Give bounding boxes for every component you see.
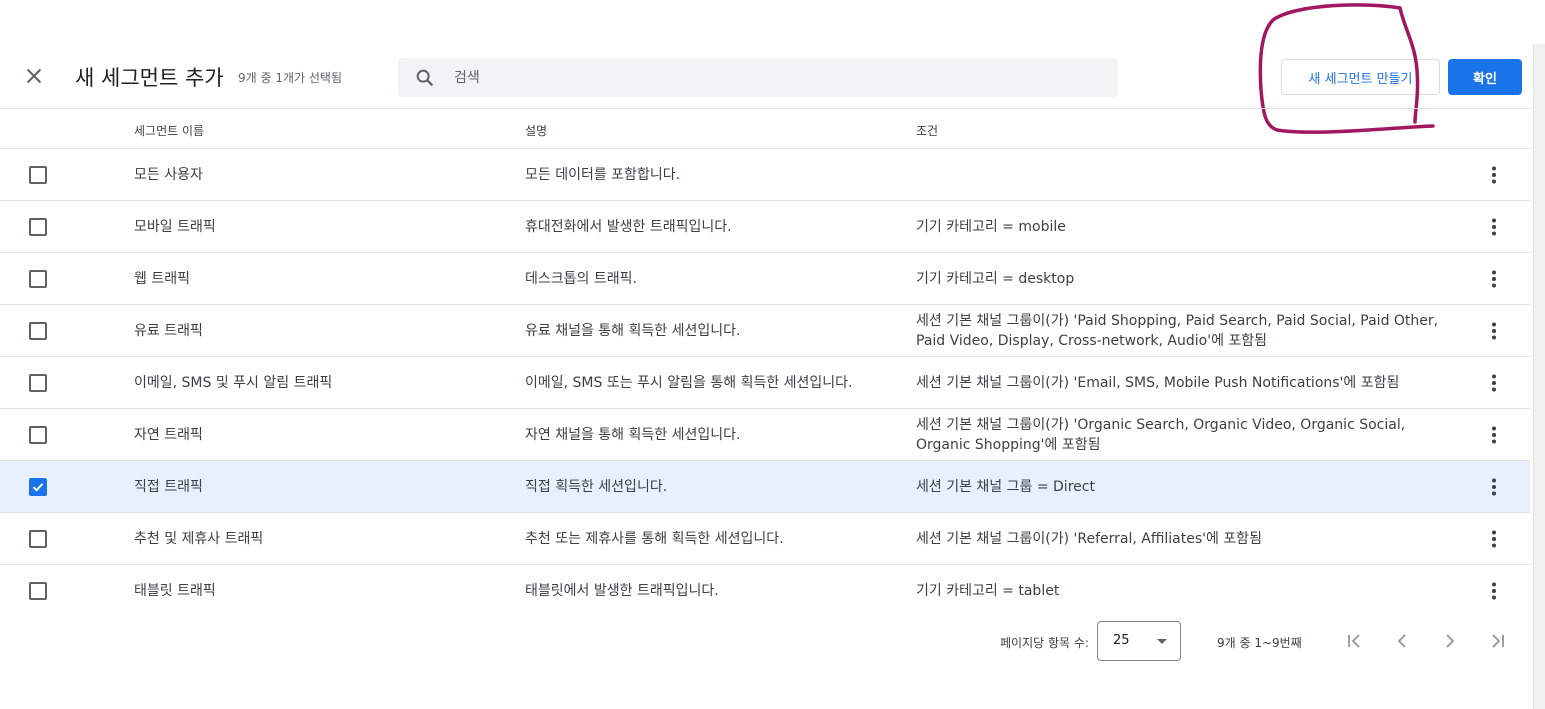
first-page-icon[interactable] (1342, 629, 1366, 653)
more-vert-icon[interactable] (1482, 579, 1506, 603)
segment-name: 자연 트래픽 (134, 427, 203, 443)
segment-condition: 세션 기본 채널 그룹이(가) 'Email, SMS, Mobile Push… (916, 375, 1400, 391)
segment-condition: 세션 기본 채널 그룹이(가) 'Organic Search, Organic… (916, 417, 1406, 453)
page-range: 9개 중 1~9번째 (1217, 636, 1302, 650)
segment-name: 이메일, SMS 및 푸시 알림 트래픽 (134, 375, 333, 391)
segment-condition: 기기 카테고리 = desktop (916, 271, 1075, 287)
row-checkbox[interactable] (29, 374, 47, 392)
row-checkbox[interactable] (29, 218, 47, 236)
segment-name: 모든 사용자 (134, 167, 203, 183)
last-page-icon[interactable] (1486, 629, 1510, 653)
segment-description: 추천 또는 제휴사를 통해 획득한 세션입니다. (525, 531, 784, 547)
table-row[interactable]: 이메일, SMS 및 푸시 알림 트래픽 이메일, SMS 또는 푸시 알림을 통… (0, 357, 1530, 409)
more-vert-icon[interactable] (1482, 475, 1506, 499)
confirm-button[interactable]: 확인 (1448, 59, 1522, 95)
pagination-bar: 페이지당 항목 수: 25 9개 중 1~9번째 (0, 620, 1533, 662)
more-vert-icon[interactable] (1482, 215, 1506, 239)
segment-condition: 기기 카테고리 = tablet (916, 583, 1060, 599)
segment-condition: 기기 카테고리 = mobile (916, 219, 1066, 235)
search-icon (414, 67, 436, 89)
dialog-header: 새 세그먼트 추가 9개 중 1개가 선택됨 새 세그먼트 만들기 확인 (0, 44, 1533, 108)
table-row[interactable]: 모바일 트래픽 휴대전화에서 발생한 트래픽입니다. 기기 카테고리 = mobil… (0, 201, 1530, 253)
search-box[interactable] (398, 58, 1118, 97)
row-checkbox[interactable] (29, 426, 47, 444)
selection-count: 9개 중 1개가 선택됨 (238, 71, 342, 85)
segment-condition: 세션 기본 채널 그룹 = Direct (916, 479, 1095, 495)
table-row[interactable]: 웹 트래픽 데스크톱의 트래픽. 기기 카테고리 = desktop (0, 253, 1530, 305)
row-checkbox[interactable] (29, 322, 47, 340)
column-header-description[interactable]: 설명 (525, 122, 547, 139)
chevron-right-icon[interactable] (1438, 629, 1462, 653)
caret-down-icon (1157, 639, 1167, 644)
segment-condition: 세션 기본 채널 그룹이(가) 'Paid Shopping, Paid Sea… (916, 313, 1439, 349)
more-vert-icon[interactable] (1482, 319, 1506, 343)
more-vert-icon[interactable] (1482, 163, 1506, 187)
segment-name: 추천 및 제휴사 트래픽 (134, 531, 264, 547)
checkmark-icon (32, 483, 44, 492)
scrollbar[interactable] (1533, 44, 1545, 709)
more-vert-icon[interactable] (1482, 371, 1506, 395)
table-row[interactable]: 태블릿 트래픽 태블릿에서 발생한 트래픽입니다. 기기 카테고리 = tablet (0, 565, 1530, 617)
table-row[interactable]: 추천 및 제휴사 트래픽 추천 또는 제휴사를 통해 획득한 세션입니다. 세션 기… (0, 513, 1530, 565)
column-header-name[interactable]: 세그먼트 이름 (134, 122, 204, 139)
segment-description: 데스크톱의 트래픽. (525, 271, 637, 287)
per-page-select[interactable]: 25 (1097, 621, 1181, 661)
table-header: 세그먼트 이름 설명 조건 (0, 108, 1530, 149)
close-icon[interactable] (22, 64, 46, 88)
segment-name: 웹 트래픽 (134, 271, 190, 287)
segment-name: 유료 트래픽 (134, 323, 203, 339)
segment-description: 유료 채널을 통해 획득한 세션입니다. (525, 323, 741, 339)
segment-description: 직접 획득한 세션입니다. (525, 479, 668, 495)
search-input[interactable] (454, 58, 1094, 97)
segment-name: 태블릿 트래픽 (134, 583, 216, 599)
column-header-condition[interactable]: 조건 (916, 122, 938, 139)
row-checkbox[interactable] (29, 530, 47, 548)
more-vert-icon[interactable] (1482, 527, 1506, 551)
create-segment-button[interactable]: 새 세그먼트 만들기 (1281, 59, 1440, 95)
row-checkbox[interactable] (29, 582, 47, 600)
row-checkbox[interactable] (29, 478, 47, 496)
segment-description: 태블릿에서 발생한 트래픽입니다. (525, 583, 719, 599)
table-row[interactable]: 자연 트래픽 자연 채널을 통해 획득한 세션입니다. 세션 기본 채널 그룹이(가… (0, 409, 1530, 461)
table-row[interactable]: 직접 트래픽 직접 획득한 세션입니다. 세션 기본 채널 그룹 = Direct (0, 461, 1530, 513)
segment-name: 직접 트래픽 (134, 479, 203, 495)
segment-condition: 세션 기본 채널 그룹이(가) 'Referral, Affiliates'에 … (916, 531, 1262, 547)
segment-table: 세그먼트 이름 설명 조건 모든 사용자 모든 데이터를 포함합니다. 모바일 트래… (0, 108, 1530, 617)
per-page-value: 25 (1113, 633, 1130, 648)
table-row[interactable]: 모든 사용자 모든 데이터를 포함합니다. (0, 149, 1530, 201)
segment-description: 자연 채널을 통해 획득한 세션입니다. (525, 427, 741, 443)
segment-name: 모바일 트래픽 (134, 219, 216, 235)
row-checkbox[interactable] (29, 270, 47, 288)
more-vert-icon[interactable] (1482, 423, 1506, 447)
more-vert-icon[interactable] (1482, 267, 1506, 291)
segment-description: 이메일, SMS 또는 푸시 알림을 통해 획득한 세션입니다. (525, 375, 853, 391)
segment-description: 모든 데이터를 포함합니다. (525, 167, 681, 183)
page-title: 새 세그먼트 추가 (75, 66, 224, 90)
chevron-left-icon[interactable] (1390, 629, 1414, 653)
per-page-label: 페이지당 항목 수: (1000, 636, 1089, 650)
table-row[interactable]: 유료 트래픽 유료 채널을 통해 획득한 세션입니다. 세션 기본 채널 그룹이(가… (0, 305, 1530, 357)
row-checkbox[interactable] (29, 166, 47, 184)
segment-description: 휴대전화에서 발생한 트래픽입니다. (525, 219, 732, 235)
